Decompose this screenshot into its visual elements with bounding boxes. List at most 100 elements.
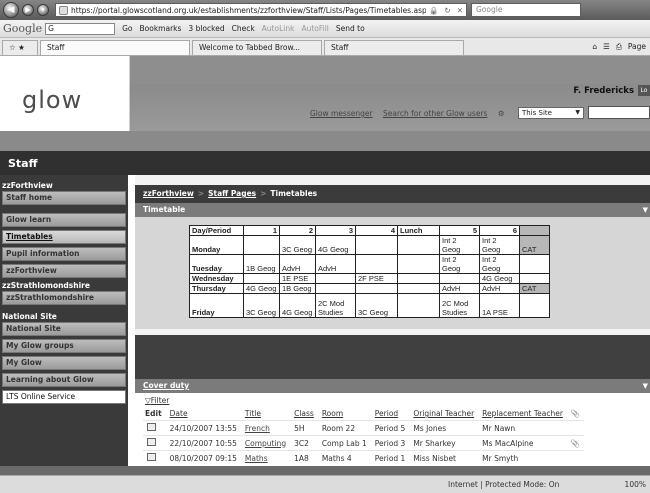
cover-title-cell[interactable]: Maths — [240, 450, 291, 465]
nav-heading[interactable]: zzStrathlomondshire — [0, 281, 128, 290]
cover-title-cell[interactable]: Computing — [240, 435, 291, 451]
address-url[interactable]: https://portal.glowscotland.org.uk/estab… — [71, 6, 426, 15]
history-dropdown-icon[interactable]: ▾ — [37, 4, 49, 16]
google-search-field[interactable]: G — [45, 22, 116, 35]
edit-icon[interactable] — [147, 438, 156, 446]
zoom-level[interactable]: 100% — [625, 480, 646, 489]
tab-welcome[interactable]: Welcome to Tabbed Brow... — [192, 40, 322, 55]
feeds-icon[interactable]: ☰ — [603, 42, 610, 52]
search-users-icon[interactable]: ⚙ — [498, 109, 505, 118]
timetable-row: Thursday 4G Geog 1B Geog AdvH AdvH CAT — [189, 283, 550, 294]
timetable-row: Tuesday 1B Geog AdvH AdvH Int 2 Geog Int 2 Ge… — [189, 254, 550, 274]
sidebar-item-staff-home[interactable]: Staff home — [2, 191, 126, 205]
timetable-cell: CAT — [519, 283, 550, 294]
webpart-spacer — [135, 335, 650, 379]
logout-button[interactable]: Lo — [638, 85, 650, 96]
forward-icon[interactable]: ▶ — [22, 4, 34, 16]
autofill-button[interactable]: AutoFill — [301, 24, 328, 33]
breadcrumb-staff-pages[interactable]: Staff Pages — [208, 189, 256, 198]
column-header-original-teacher[interactable]: Original Teacher — [409, 408, 478, 421]
attachment-cell: 📎 — [566, 435, 585, 451]
column-header-period[interactable]: Period — [371, 408, 410, 421]
cover-duty-title[interactable]: Cover duty — [143, 381, 189, 390]
glow-logo[interactable]: glow — [22, 86, 82, 114]
column-header-replacement-teacher[interactable]: Replacement Teacher — [478, 408, 567, 421]
favorites-star-icon[interactable]: ☆ ★ — [2, 40, 38, 55]
quick-launch-nav: zzForthview Staff home Glow learn Timetable… — [0, 175, 128, 475]
breadcrumb-timetables: Timetables — [270, 189, 318, 198]
google-toolbar-label: Google — [3, 22, 43, 35]
timetable-cell: AdvH — [315, 254, 356, 274]
timetable-header-cell: 3 — [315, 225, 356, 236]
nav-heading[interactable]: zzForthview — [0, 181, 128, 190]
spellcheck-button[interactable]: Check — [232, 24, 255, 33]
bookmarks-button[interactable]: Bookmarks — [140, 24, 182, 33]
send-to-button[interactable]: Send to — [336, 24, 365, 33]
search-users-link[interactable]: Search for other Glow users — [383, 109, 487, 118]
sidebar-item-lts-online-service[interactable]: LTS Online Service — [2, 390, 126, 404]
cover-period-cell: Period 3 — [370, 435, 410, 451]
glow-messenger-link[interactable]: Glow messenger — [310, 109, 373, 118]
refresh-icon[interactable]: ↻ — [441, 6, 453, 15]
sidebar-item-zzforthview[interactable]: zzForthview — [2, 264, 126, 278]
browser-search-input[interactable]: Google — [471, 3, 581, 17]
site-search-input[interactable] — [588, 106, 650, 119]
timetable-row: Friday 3C Geog 4G Geog 2C Mod Studies 3C Geo… — [189, 293, 550, 318]
autolink-button[interactable]: AutoLink — [262, 24, 295, 33]
sidebar-item-my-glow-groups[interactable]: My Glow groups — [2, 339, 126, 353]
google-toolbar: Google G Go Bookmarks 3 blocked Check Au… — [0, 20, 650, 38]
timetable-cell: 3C Geog — [279, 235, 316, 255]
column-header-date[interactable]: Date — [166, 408, 241, 421]
search-scope-select[interactable]: This Site ▼ — [518, 107, 584, 119]
lock-icon[interactable]: 🔒 — [426, 6, 441, 15]
cover-original-cell: Mr Sharkey — [409, 435, 479, 451]
header-links: Glow messenger Search for other Glow use… — [310, 109, 513, 118]
column-header-title[interactable]: Title — [241, 408, 290, 421]
cover-room-cell: Room 22 — [317, 420, 371, 436]
attachment-icon[interactable]: 📎 — [571, 439, 580, 448]
sidebar-item-glow-learn[interactable]: Glow learn — [2, 213, 126, 227]
timetable-cell: Int 2 Geog — [439, 235, 480, 255]
nav-heading[interactable]: National Site — [0, 312, 128, 321]
address-bar[interactable]: https://portal.glowscotland.org.uk/estab… — [55, 3, 467, 17]
breadcrumb-zzforthview[interactable]: zzForthview — [143, 189, 194, 198]
timetable-cell: 4G Geog — [479, 273, 520, 284]
timetable-cell: AdvH — [479, 283, 520, 294]
webpart-menu-icon[interactable]: ▼ — [643, 203, 648, 217]
cover-title-cell[interactable]: French — [240, 420, 291, 436]
user-name[interactable]: F. Fredericks — [573, 86, 634, 96]
timetable-header-row: Day/Period 1 2 3 4 Lunch 5 6 — [189, 225, 550, 236]
sidebar-item-pupil-information[interactable]: Pupil information — [2, 247, 126, 261]
sidebar-item-learning-about-glow[interactable]: Learning about Glow — [2, 373, 126, 387]
stop-icon[interactable]: ✕ — [454, 6, 466, 15]
security-zone-status[interactable]: Internet | Protected Mode: On — [448, 480, 559, 489]
column-header-class[interactable]: Class — [290, 408, 318, 421]
timetable-cell — [315, 283, 356, 294]
home-icon[interactable]: ⌂ — [592, 42, 597, 52]
timetable-header-cell: Lunch — [397, 225, 440, 236]
sidebar-item-timetables[interactable]: Timetables — [2, 230, 126, 244]
filter-link[interactable]: ▽Filter — [145, 396, 169, 405]
sidebar-item-my-glow[interactable]: My Glow — [2, 356, 126, 370]
tab-staff-2[interactable]: Staff — [324, 40, 464, 55]
back-icon[interactable]: ◀ — [3, 2, 19, 18]
go-button[interactable]: Go — [122, 24, 132, 33]
print-icon[interactable]: ⎙ — [616, 42, 622, 52]
sidebar-item-national-site[interactable]: National Site — [2, 322, 126, 336]
filter-label: Filter — [150, 396, 170, 405]
timetable-cell — [397, 235, 440, 255]
timetable-cell — [397, 254, 440, 274]
command-bar: ⌂ ☰ ⎙ Page — [592, 42, 650, 55]
search-scope-value: This Site — [522, 109, 552, 117]
column-header-room[interactable]: Room — [318, 408, 371, 421]
popup-blocked-button[interactable]: 3 blocked — [188, 24, 224, 33]
webpart-menu-icon[interactable]: ▼ — [643, 379, 648, 393]
edit-icon[interactable] — [147, 453, 156, 461]
sidebar-item-zzstrathlomondshire[interactable]: zzStrathlomondshire — [2, 291, 126, 305]
edit-icon[interactable] — [147, 423, 156, 431]
cover-original-cell: Ms Jones — [409, 420, 479, 436]
tab-staff[interactable]: Staff — [40, 40, 190, 55]
edit-cell — [143, 435, 166, 451]
table-row: 24/10/2007 13:55 French 5H Room 22 Period 5M… — [143, 420, 585, 436]
page-menu-button[interactable]: Page — [628, 42, 646, 52]
